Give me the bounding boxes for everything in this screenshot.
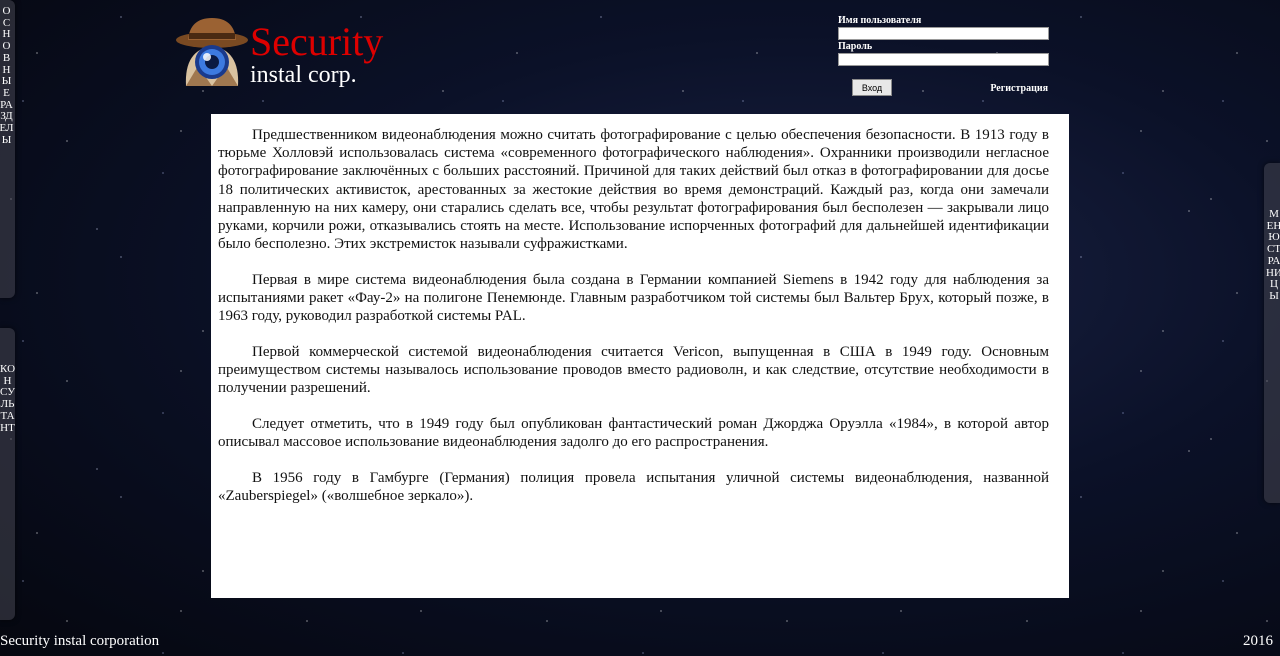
password-label: Пароль <box>838 41 873 52</box>
page-menu-tab[interactable]: МЕНЮ СТРАНИЦЫ <box>1264 163 1280 503</box>
site-logo[interactable]: Security instal corp. <box>172 14 402 90</box>
site-title: Security <box>250 19 384 64</box>
main-sections-tab-label: ОСНОВНЫЕ РАЗДЕЛЫ <box>0 5 14 146</box>
username-label: Имя пользователя <box>838 15 922 26</box>
consultant-tab-label: КОНСУЛЬТАНТ <box>0 363 16 434</box>
login-button[interactable]: Вход <box>852 79 892 96</box>
article-paragraph: В 1956 году в Гамбурге (Германия) полици… <box>218 470 1049 505</box>
spy-hat-eye-icon <box>176 18 248 86</box>
article-paragraph: Первая в мире система видеонаблюдения бы… <box>218 271 1049 325</box>
article-paragraph: Первой коммерческой системой видеонаблюд… <box>218 344 1049 397</box>
password-field[interactable] <box>838 53 1049 66</box>
footer-year: 2016 <box>1243 633 1273 649</box>
footer-company: Security instal corporation <box>0 633 160 649</box>
username-field[interactable] <box>838 27 1049 40</box>
site-subtitle: instal corp. <box>250 62 357 88</box>
page-menu-tab-label: МЕНЮ СТРАНИЦЫ <box>1266 208 1280 302</box>
main-sections-tab[interactable]: ОСНОВНЫЕ РАЗДЕЛЫ <box>0 0 15 298</box>
login-actions: Вход Регистрация <box>838 79 1050 103</box>
article-content: Предшественником видеонаблюдения можно с… <box>211 114 1069 598</box>
article-paragraph: Предшественником видеонаблюдения можно с… <box>218 127 1049 253</box>
register-link[interactable]: Регистрация <box>990 83 1048 94</box>
login-form: Имя пользователя Пароль Вход Регистрация <box>838 14 1050 103</box>
article-paragraph: Следует отметить, что в 1949 году был оп… <box>218 416 1049 451</box>
consultant-tab[interactable]: КОНСУЛЬТАНТ <box>0 328 15 620</box>
